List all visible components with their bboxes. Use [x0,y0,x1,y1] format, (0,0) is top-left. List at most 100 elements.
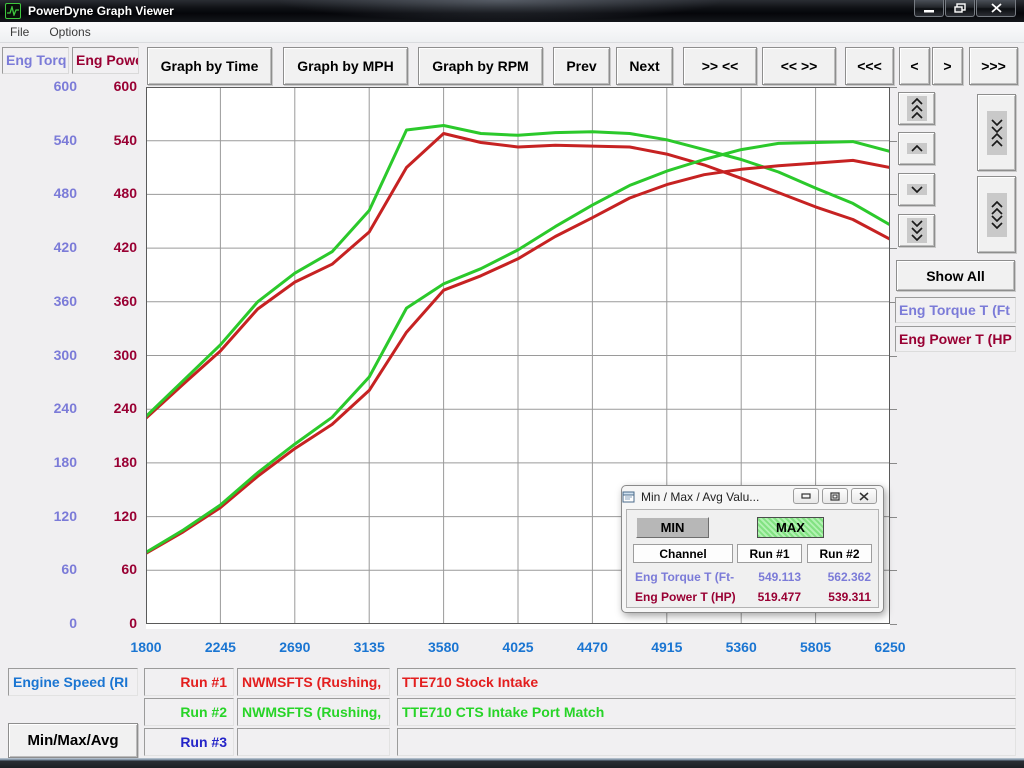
last-button[interactable]: >>> [969,47,1018,85]
collapse-vertical-icon [987,111,1007,155]
triple-chevron-up-button[interactable] [898,92,935,125]
show-all-button[interactable]: Show All [896,260,1015,291]
y-tick-power: 180 [95,454,137,470]
y-tick-power: 360 [95,293,137,309]
min-button[interactable]: MIN [636,517,709,538]
x-tick-rpm: 5360 [709,639,773,655]
x-tick-rpm: 5805 [784,639,848,655]
chevron-down-icon [907,184,927,195]
minmax-close-button[interactable] [851,488,877,504]
run-file-box: NWMSFTS (Rushing, [237,668,390,696]
zoom-out-ends-button[interactable]: << >> [762,47,836,85]
menubar: File Options [0,22,1024,43]
menu-item-file[interactable]: File [0,23,39,41]
maximize-button[interactable] [945,0,975,17]
x-tick-rpm: 2690 [263,639,327,655]
chevron-up-icon [907,143,927,154]
x-tick-rpm: 6250 [858,639,922,655]
graph-by-time-button[interactable]: Graph by Time [147,47,272,85]
y-tick-torque: 420 [35,239,77,255]
axis-header-torque: Eng Torq [2,47,69,74]
triple-chevron-down-button[interactable] [898,214,935,247]
x-tick-rpm: 3580 [412,639,476,655]
y-tick-power: 300 [95,347,137,363]
y-tick-power: 240 [95,400,137,416]
minmax-window-titlebar[interactable]: Min / Max / Avg Valu... [622,486,883,508]
minimize-button[interactable] [914,0,944,17]
graph-by-rpm-button[interactable]: Graph by RPM [418,47,543,85]
y-tick-power: 60 [95,561,137,577]
axis-tick-mark [890,570,897,571]
x-tick-rpm: 4025 [486,639,550,655]
step-right-button[interactable]: > [932,47,963,85]
collapse-vertical-button[interactable] [977,94,1016,171]
y-tick-torque: 180 [35,454,77,470]
y-tick-torque: 540 [35,132,77,148]
minmax-value-run1: 549.113 [739,570,801,584]
minimize-icon [801,492,811,500]
window-bottom-frame [0,758,1024,768]
titlebar-glare [180,0,820,22]
zoom-in-ends-button[interactable]: >> << [683,47,757,85]
run-file-box [237,728,390,756]
axis-tick-mark [890,87,897,88]
run-description-box [397,728,1016,756]
minmax-value-run2: 539.311 [809,590,871,604]
y-tick-torque: 600 [35,78,77,94]
x-tick-rpm: 4915 [635,639,699,655]
minmax-value-run2: 562.362 [809,570,871,584]
axis-tick-mark [890,356,897,357]
window-title: PowerDyne Graph Viewer [28,4,174,18]
y-tick-power: 120 [95,508,137,524]
channel-box-torque[interactable]: Eng Torque T (Ft [895,297,1016,323]
minmax-maximize-button[interactable] [822,488,848,504]
channel-box-power[interactable]: Eng Power T (HP [895,326,1016,352]
axis-tick-mark [890,409,897,410]
run-description-box: TTE710 CTS Intake Port Match [397,698,1016,726]
y-tick-power: 480 [95,185,137,201]
close-button[interactable] [976,0,1016,17]
y-tick-torque: 300 [35,347,77,363]
y-tick-torque: 240 [35,400,77,416]
minmax-window: Min / Max / Avg Valu... MIN MAX Channel … [621,485,884,613]
minmax-channel-label: Eng Torque T (Ft- [635,570,735,584]
run-label-box: Run #1 [144,668,234,696]
column-header-run1: Run #1 [737,544,802,563]
minmax-value-run1: 519.477 [739,590,801,604]
x-tick-rpm: 3135 [337,639,401,655]
y-tick-torque: 360 [35,293,77,309]
y-tick-power: 420 [95,239,137,255]
expand-vertical-icon [987,193,1007,237]
graph-by-mph-button[interactable]: Graph by MPH [283,47,408,85]
menu-item-options[interactable]: Options [39,23,100,41]
form-icon [622,491,635,503]
chevron-up-button[interactable] [898,132,935,165]
run-file-box: NWMSFTS (Rushing, [237,698,390,726]
minmax-minimize-button[interactable] [793,488,819,504]
axis-tick-mark [890,248,897,249]
axis-tick-mark [890,141,897,142]
axis-tick-mark [890,517,897,518]
axis-tick-mark [890,194,897,195]
chevron-down-button[interactable] [898,173,935,206]
first-button[interactable]: <<< [845,47,894,85]
max-button[interactable]: MAX [757,517,824,538]
app-titlebar[interactable]: PowerDyne Graph Viewer [0,0,1024,22]
column-header-channel: Channel [633,544,733,563]
y-tick-torque: 0 [35,615,77,631]
minmax-window-title: Min / Max / Avg Valu... [641,490,759,504]
axis-tick-mark [890,463,897,464]
next-button[interactable]: Next [616,47,673,85]
waveform-icon [5,3,21,19]
maximize-icon [830,492,840,501]
minmax-channel-label: Eng Power T (HP) [635,590,735,604]
y-tick-torque: 60 [35,561,77,577]
step-left-button[interactable]: < [899,47,930,85]
prev-button[interactable]: Prev [553,47,610,85]
minmax-avg-button[interactable]: Min/Max/Avg [8,723,138,758]
column-header-run2: Run #2 [807,544,872,563]
expand-vertical-button[interactable] [977,176,1016,253]
axis-header-power: Eng Powe [72,47,139,74]
y-tick-torque: 480 [35,185,77,201]
x-axis-channel-box: Engine Speed (RI [8,668,138,696]
